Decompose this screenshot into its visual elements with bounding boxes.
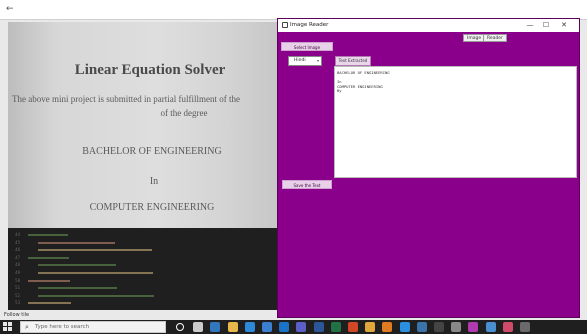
code-blur-bar bbox=[38, 294, 154, 297]
line-number: 47 bbox=[15, 254, 20, 260]
code-blur-bar bbox=[28, 302, 71, 305]
photo-title: Linear Equation Solver bbox=[74, 62, 226, 78]
powerpoint-icon[interactable] bbox=[348, 322, 358, 332]
windows-logo-icon bbox=[3, 327, 7, 331]
code-blur-bar bbox=[38, 249, 152, 252]
vscode-icon[interactable] bbox=[399, 322, 410, 332]
status-text: Follow tile bbox=[4, 312, 30, 318]
windows-logo-icon bbox=[8, 327, 12, 331]
text-extracted-tab[interactable]: Text Extracted bbox=[335, 56, 371, 66]
code-blur-bar bbox=[38, 264, 116, 267]
code-blur-bar bbox=[28, 279, 70, 282]
code-blur-bar bbox=[28, 256, 69, 259]
photo-line2: of the degree bbox=[160, 108, 208, 118]
maximize-button[interactable]: ☐ bbox=[540, 20, 552, 30]
photo-branch: COMPUTER ENGINEERING bbox=[89, 202, 215, 213]
photos-icon[interactable] bbox=[279, 322, 290, 332]
image-reader-window: Image Reader — ☐ ✕ Image Reader Select I… bbox=[277, 18, 580, 318]
chevron-down-icon: ▾ bbox=[316, 58, 319, 63]
terminal-icon[interactable] bbox=[434, 322, 444, 332]
image-button[interactable]: Image bbox=[463, 34, 486, 42]
photo-line1: The above mini project is submitted in p… bbox=[12, 94, 240, 104]
language-select[interactable]: Hindi ▾ bbox=[288, 56, 322, 66]
line-number: 53 bbox=[15, 300, 20, 306]
app-titlebar: Image Reader — ☐ ✕ bbox=[278, 19, 579, 32]
line-number: 49 bbox=[15, 270, 20, 275]
search-icon: ⌕ bbox=[25, 323, 29, 331]
line-number: 48 bbox=[15, 262, 20, 268]
excel-icon[interactable] bbox=[330, 322, 341, 332]
line-number: 50 bbox=[15, 277, 20, 283]
extracted-text-line: By bbox=[337, 88, 342, 94]
task-view-icon[interactable] bbox=[193, 322, 204, 332]
taskbar: ⌕ Type here to search bbox=[0, 320, 587, 334]
code-line: 53 bbox=[8, 300, 71, 309]
photo-viewer-titlebar: ← bbox=[0, 0, 587, 20]
line-number: 51 bbox=[15, 285, 20, 291]
code-blur-bar bbox=[38, 241, 115, 244]
extracted-text-line: COMPUTER ENGINEERING bbox=[337, 83, 383, 89]
code-blur-bar bbox=[28, 234, 68, 236]
line-number: 46 bbox=[15, 247, 20, 253]
extracted-text-area[interactable]: BACHELOR OF ENGINEERING In COMPUTER ENGINE… bbox=[334, 66, 577, 178]
line-number: 44 bbox=[15, 232, 20, 237]
edge-icon[interactable] bbox=[210, 322, 221, 332]
settings-icon[interactable] bbox=[451, 322, 462, 332]
chrome-icon[interactable] bbox=[365, 322, 376, 332]
document-photo: Linear Equation Solver The above mini pr… bbox=[8, 22, 280, 234]
windows-logo-icon bbox=[3, 322, 7, 326]
extracted-text-line: BACHELOR OF ENGINEERING bbox=[337, 70, 390, 75]
reader-button[interactable]: Reader bbox=[483, 34, 507, 42]
store-icon[interactable] bbox=[244, 322, 255, 332]
line-number: 52 bbox=[15, 292, 20, 298]
word-icon[interactable] bbox=[313, 322, 324, 332]
close-button[interactable]: ✕ bbox=[558, 20, 570, 30]
snip-icon[interactable] bbox=[502, 322, 513, 332]
magenta-app-icon[interactable] bbox=[468, 322, 479, 332]
code-blur-bar bbox=[38, 287, 117, 290]
app-window-icon bbox=[282, 22, 288, 28]
cortana-icon[interactable] bbox=[176, 323, 184, 331]
notepad-icon[interactable] bbox=[485, 322, 496, 332]
desktop-screen: ← Linear Equation Solver The above mini … bbox=[0, 0, 587, 334]
windows-logo-icon bbox=[8, 322, 12, 326]
teams-icon[interactable] bbox=[296, 322, 307, 332]
calc-icon[interactable] bbox=[520, 322, 530, 332]
minimize-button[interactable]: — bbox=[524, 20, 536, 30]
save-text-button[interactable]: Save the Text bbox=[282, 180, 332, 189]
mail-icon[interactable] bbox=[262, 322, 272, 332]
python-icon[interactable] bbox=[416, 322, 427, 332]
file-explorer-icon[interactable] bbox=[227, 322, 238, 332]
line-number: 45 bbox=[15, 239, 20, 245]
back-arrow-icon[interactable]: ← bbox=[6, 4, 14, 14]
select-image-button[interactable]: Select Image bbox=[281, 42, 333, 51]
start-button[interactable] bbox=[3, 322, 13, 332]
photo-degree: BACHELOR OF ENGINEERING bbox=[82, 146, 222, 157]
search-placeholder: Type here to search bbox=[35, 324, 90, 330]
taskbar-search[interactable]: ⌕ Type here to search bbox=[20, 321, 166, 333]
app-title: Image Reader bbox=[290, 22, 329, 28]
language-select-value: Hindi bbox=[294, 58, 306, 63]
photo-in: In bbox=[149, 176, 159, 187]
vlc-icon[interactable] bbox=[382, 322, 393, 332]
code-blur-bar bbox=[38, 272, 153, 274]
code-editor-strip: 44 45 46 47 48 49 50 51 52 53 bbox=[8, 228, 280, 310]
